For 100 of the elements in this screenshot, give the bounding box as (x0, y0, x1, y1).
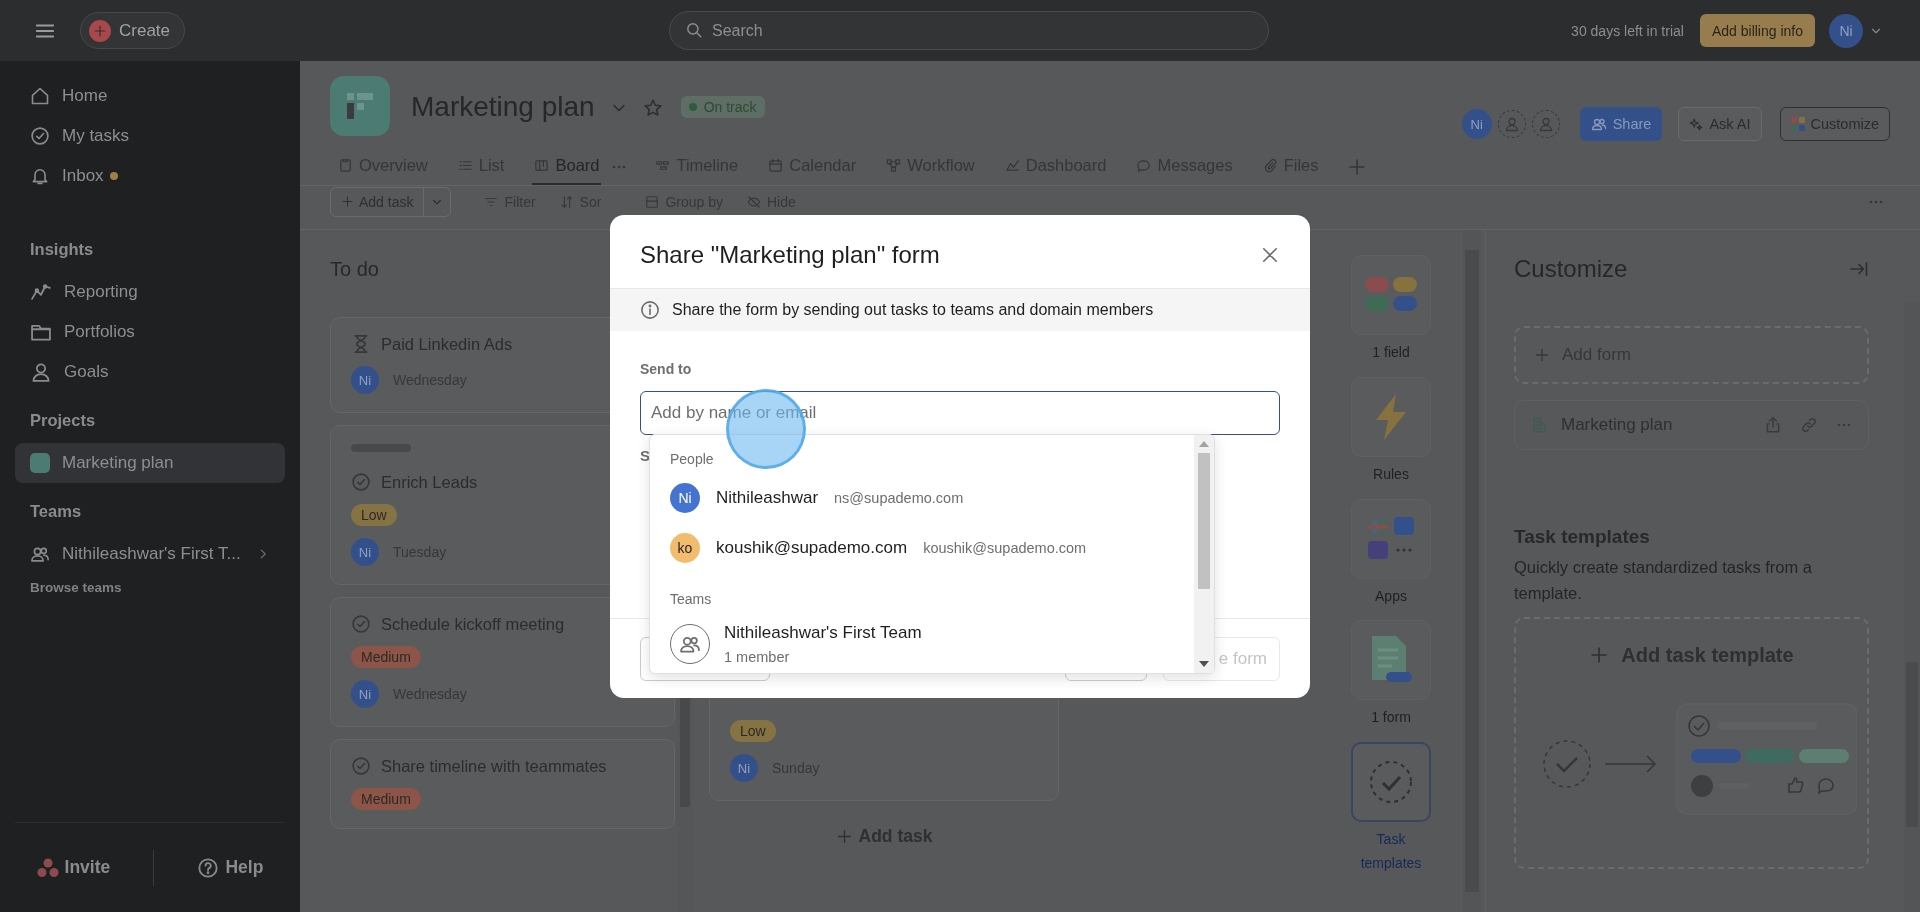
line-chart-icon (1004, 158, 1020, 173)
nav-label: Portfolios (64, 322, 135, 342)
check-circle-icon (351, 472, 371, 492)
nav-item[interactable]: Home (15, 76, 285, 116)
bell-icon (30, 166, 50, 186)
plus-icon (1346, 156, 1367, 177)
member-avatar: Ni (1461, 109, 1492, 139)
nav-label: My tasks (62, 126, 130, 146)
trial-notice: 30 days left in trial (1571, 22, 1684, 39)
nav-label: Reporting (64, 282, 138, 302)
invite-button[interactable]: Invite (36, 857, 111, 878)
team-item[interactable]: Nithileashwar's First T... (15, 534, 285, 574)
search-field[interactable]: Search (669, 11, 1270, 50)
tile-label: 1 form (1370, 708, 1412, 728)
document-icon (1370, 636, 1412, 685)
board-icon (534, 158, 550, 173)
plus-icon (835, 828, 853, 845)
info-icon (640, 300, 660, 320)
fields-icon (1365, 277, 1417, 313)
sort-icon (559, 194, 574, 209)
help-button[interactable]: Help (197, 856, 264, 879)
info-text: Share the form by sending out tasks to teams and domain members (672, 301, 1154, 319)
nav-item[interactable]: My tasks (15, 116, 285, 156)
project-icon (330, 76, 390, 136)
project-color-icon (30, 453, 50, 473)
person-email: koushik@supademo.com (923, 540, 1087, 556)
assignee-avatar: Ni (351, 538, 379, 566)
check-circle-icon (351, 614, 371, 634)
plus-icon (93, 23, 107, 38)
section-heading: Insights (29, 239, 95, 259)
check-circle-icon (351, 756, 371, 776)
assignee-avatar: Ni (351, 680, 379, 708)
nav-label: Goals (64, 362, 109, 382)
calendar-icon (768, 158, 784, 173)
home-icon (30, 86, 50, 106)
line-chart-icon (30, 281, 52, 303)
eye-off-icon (747, 194, 761, 209)
browse-teams-link[interactable]: Browse teams (15, 574, 285, 601)
billing-button[interactable]: Add billing info (1699, 14, 1815, 47)
dialog-title: Share "Marketing plan" form (640, 240, 940, 269)
nav-label: Inbox (62, 166, 104, 186)
lightning-icon (1374, 393, 1408, 440)
scrollbar[interactable] (1194, 435, 1214, 673)
nav-label: Marketing plan (62, 453, 174, 473)
priority-tag: Low (351, 504, 397, 526)
field-label: S (640, 447, 650, 464)
share-button[interactable]: Share (1579, 107, 1663, 141)
paperclip-icon (1262, 158, 1278, 173)
person-icon (1537, 116, 1554, 132)
nav-label: Home (62, 86, 108, 106)
tile-label: Apps (1374, 586, 1408, 606)
dashed-check-icon (1369, 760, 1413, 805)
priority-tag: Medium (351, 788, 421, 810)
tile-label: 1 field (1371, 343, 1411, 362)
plus-icon (341, 195, 354, 208)
nav-item[interactable]: Reporting (15, 272, 285, 312)
plus-icon (1589, 645, 1610, 666)
speech-bubble-icon (1136, 158, 1152, 173)
help-icon (197, 856, 220, 879)
person-name: Nithileashwar (716, 488, 819, 508)
create-button[interactable]: Create (80, 12, 186, 49)
person-avatar: ko (670, 533, 700, 563)
person-name: koushik@supademo.com (716, 538, 908, 558)
tile-label: Task templates (1359, 830, 1423, 873)
assignee-avatar: Ni (351, 366, 379, 394)
priority-tag: Low (730, 720, 776, 742)
priority-tag: Medium (351, 646, 421, 668)
assignee-avatar: Ni (730, 754, 758, 782)
feature-tile[interactable] (1351, 742, 1431, 823)
nav-item[interactable]: Goals (15, 352, 285, 392)
timeline-icon (655, 158, 671, 173)
person-icon (1503, 116, 1520, 132)
list-icon (457, 158, 473, 173)
nav-label: Nithileashwar's First T... (62, 544, 241, 564)
person-avatar: Ni (670, 483, 700, 513)
user-avatar: Ni (1829, 13, 1863, 48)
scroll-up-icon[interactable] (1199, 441, 1209, 447)
nav-item[interactable]: Portfolios (15, 312, 285, 352)
person-icon (30, 361, 52, 383)
three-dots-logo-icon (36, 857, 59, 878)
check-circle-icon (30, 126, 50, 146)
member-count: 1 member (724, 649, 791, 665)
feature-tile[interactable] (1351, 498, 1431, 579)
project-item[interactable]: Marketing plan (15, 443, 285, 483)
section-heading: Projects (29, 410, 97, 430)
feature-tile[interactable] (1351, 376, 1431, 457)
search-icon (685, 21, 704, 39)
tile-label: Rules (1372, 464, 1410, 484)
form-icon (1531, 416, 1549, 434)
person-email: ns@supademo.com (834, 490, 964, 506)
nav-item[interactable]: Inbox (15, 156, 285, 196)
scroll-down-icon[interactable] (1199, 661, 1209, 667)
people-icon (1590, 116, 1607, 132)
group-icon (645, 194, 660, 209)
sparkle-icon (1689, 117, 1704, 131)
feature-tile[interactable] (1351, 255, 1431, 335)
color-grid-icon (1790, 117, 1805, 131)
feature-tile[interactable] (1351, 620, 1431, 701)
workflow-icon (886, 158, 902, 173)
plus-icon (1534, 347, 1550, 363)
